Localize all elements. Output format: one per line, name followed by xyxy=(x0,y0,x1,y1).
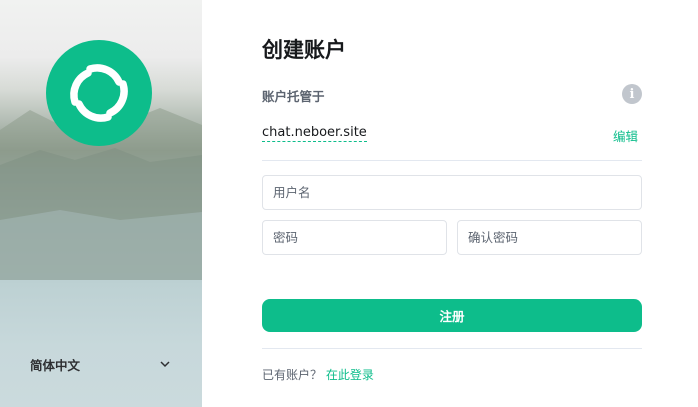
confirm-password-input[interactable] xyxy=(468,230,631,245)
register-panel: 创建账户 账户托管于 i chat.neboer.site 编辑 注册 已有账户… xyxy=(202,0,698,407)
language-selector[interactable]: 简体中文 xyxy=(30,354,172,374)
divider xyxy=(262,160,642,161)
element-logo-icon xyxy=(70,64,128,122)
chevron-down-icon xyxy=(158,357,172,371)
login-prompt: 已有账户？ 在此登录 xyxy=(262,366,374,383)
existing-account-text: 已有账户？ xyxy=(262,368,323,382)
password-field-wrapper xyxy=(262,220,447,255)
login-link[interactable]: 在此登录 xyxy=(326,368,374,382)
homeserver-label: 账户托管于 xyxy=(262,89,325,104)
homeserver-value: chat.neboer.site xyxy=(262,125,367,142)
username-input[interactable] xyxy=(273,185,631,200)
password-input[interactable] xyxy=(273,230,436,245)
left-panel: 简体中文 xyxy=(0,0,202,407)
page-title: 创建账户 xyxy=(262,38,346,62)
language-label: 简体中文 xyxy=(30,357,81,373)
username-field-wrapper xyxy=(262,175,642,210)
register-button[interactable]: 注册 xyxy=(262,299,642,332)
divider xyxy=(262,348,642,349)
info-icon[interactable]: i xyxy=(622,84,642,104)
edit-homeserver-link[interactable]: 编辑 xyxy=(613,126,638,145)
auth-page: 简体中文 创建账户 账户托管于 i chat.neboer.site 编辑 注册… xyxy=(0,0,698,407)
element-logo xyxy=(46,40,152,146)
confirm-password-field-wrapper xyxy=(457,220,642,255)
